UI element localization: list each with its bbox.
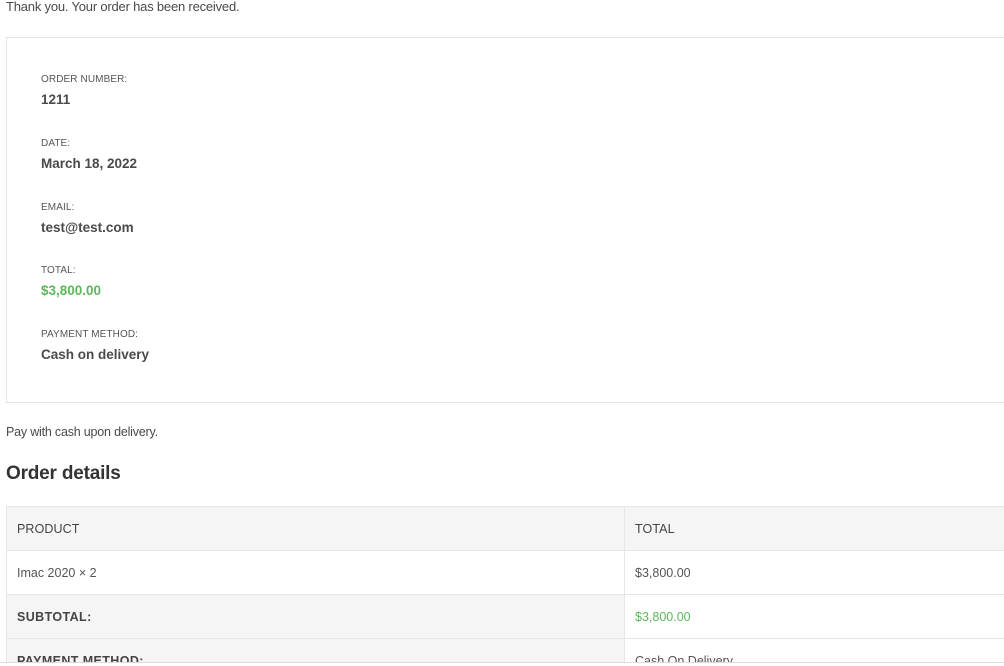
- order-total-label: TOTAL:: [41, 265, 76, 276]
- subtotal-row: SUBTOTAL: $3,800.00: [6, 594, 1004, 639]
- order-email-block: EMAIL: test@test.com: [41, 202, 134, 235]
- order-total-block: TOTAL: $3,800.00: [41, 265, 101, 298]
- order-overview: ORDER NUMBER: 1211 DATE: March 18, 2022 …: [6, 37, 1004, 403]
- order-received-message: Thank you. Your order has been received.: [6, 0, 240, 14]
- payment-method-label: PAYMENT METHOD:: [41, 329, 139, 340]
- product-link[interactable]: Imac 2020: [17, 566, 75, 580]
- order-email-label: EMAIL:: [41, 202, 75, 213]
- payment-method-block: PAYMENT METHOD: Cash on delivery: [41, 329, 149, 362]
- column-header-total: TOTAL: [624, 506, 1004, 551]
- product-total-cell: $3,800.00: [624, 550, 1004, 595]
- product-cell: Imac 2020 × 2: [6, 550, 625, 595]
- table-row: Imac 2020 × 2 $3,800.00: [6, 550, 1004, 595]
- subtotal-label: SUBTOTAL:: [6, 594, 625, 639]
- payment-instructions: Pay with cash upon delivery.: [6, 425, 158, 439]
- order-email-value: test@test.com: [41, 220, 134, 235]
- order-number-block: ORDER NUMBER: 1211: [41, 74, 127, 107]
- viewport-bottom-edge: [0, 662, 1004, 666]
- order-date-block: DATE: March 18, 2022: [41, 138, 137, 171]
- column-header-product: PRODUCT: [6, 506, 625, 551]
- order-number-value: 1211: [41, 92, 71, 107]
- payment-method-value: Cash on delivery: [41, 347, 150, 362]
- order-total-value: $3,800.00: [41, 283, 102, 298]
- table-header-row: PRODUCT TOTAL: [6, 506, 1004, 551]
- order-date-label: DATE:: [41, 138, 71, 149]
- order-date-value: March 18, 2022: [41, 156, 138, 171]
- order-details-table: PRODUCT TOTAL Imac 2020 × 2 $3,800.00 SU…: [6, 506, 1004, 666]
- product-quantity: × 2: [78, 565, 97, 580]
- order-details-title: Order details: [6, 463, 121, 484]
- subtotal-value: $3,800.00: [624, 594, 1004, 639]
- order-number-label: ORDER NUMBER:: [41, 74, 128, 85]
